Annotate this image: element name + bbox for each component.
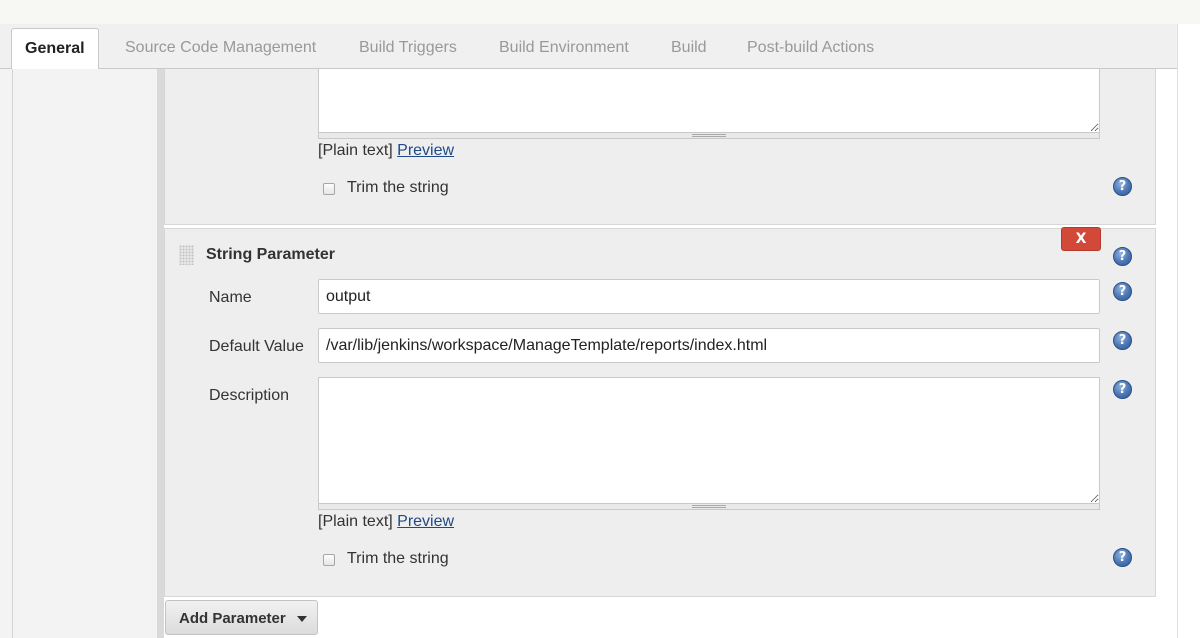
previous-format-line: [Plain text] Preview (318, 142, 454, 160)
default-value-label: Default Value (209, 338, 304, 355)
default-value-field[interactable] (318, 328, 1100, 363)
plain-text-label: [Plain text] (318, 142, 393, 159)
previous-trim-checkbox[interactable] (323, 183, 335, 195)
top-strip (0, 0, 1200, 25)
add-parameter-label: Add Parameter (179, 610, 286, 627)
name-label: Name (209, 289, 252, 306)
add-parameter-button[interactable]: Add Parameter (165, 600, 318, 635)
delete-parameter-button[interactable]: X (1061, 227, 1101, 251)
resize-grip-icon[interactable] (318, 504, 1100, 510)
tab-general[interactable]: General (11, 28, 99, 70)
help-icon[interactable]: ? (1113, 247, 1132, 266)
name-field[interactable] (318, 279, 1100, 314)
resize-grip-icon[interactable] (318, 133, 1100, 139)
help-icon[interactable]: ? (1113, 548, 1132, 567)
right-gutter (1177, 24, 1200, 638)
config-tab-bar: General Source Code Management Build Tri… (0, 24, 1177, 70)
trim-label: Trim the string (347, 550, 449, 567)
dropdown-caret-icon (297, 616, 307, 622)
string-parameter-title: String Parameter (206, 246, 335, 263)
drag-handle-icon[interactable] (179, 245, 194, 265)
trim-checkbox[interactable] (323, 554, 335, 566)
description-textarea[interactable] (318, 377, 1100, 504)
sidebar-divider (12, 69, 13, 638)
tab-build-triggers[interactable]: Build Triggers (359, 24, 457, 68)
format-line: [Plain text] Preview (318, 513, 454, 531)
description-label: Description (209, 387, 290, 404)
previous-description-textarea[interactable] (318, 69, 1100, 133)
tab-build[interactable]: Build (671, 24, 707, 68)
left-sidebar (0, 69, 157, 638)
tab-post-build-actions[interactable]: Post-build Actions (747, 24, 874, 68)
tab-build-environment[interactable]: Build Environment (499, 24, 629, 68)
section-border (157, 69, 164, 638)
preview-link[interactable]: Preview (397, 513, 454, 530)
help-icon[interactable]: ? (1113, 282, 1132, 301)
preview-link[interactable]: Preview (397, 142, 454, 159)
help-icon[interactable]: ? (1113, 177, 1132, 196)
help-icon[interactable]: ? (1113, 331, 1132, 350)
previous-trim-label: Trim the string (347, 179, 449, 196)
help-icon[interactable]: ? (1113, 380, 1132, 399)
plain-text-label: [Plain text] (318, 513, 393, 530)
tab-source-code-management[interactable]: Source Code Management (125, 24, 316, 68)
